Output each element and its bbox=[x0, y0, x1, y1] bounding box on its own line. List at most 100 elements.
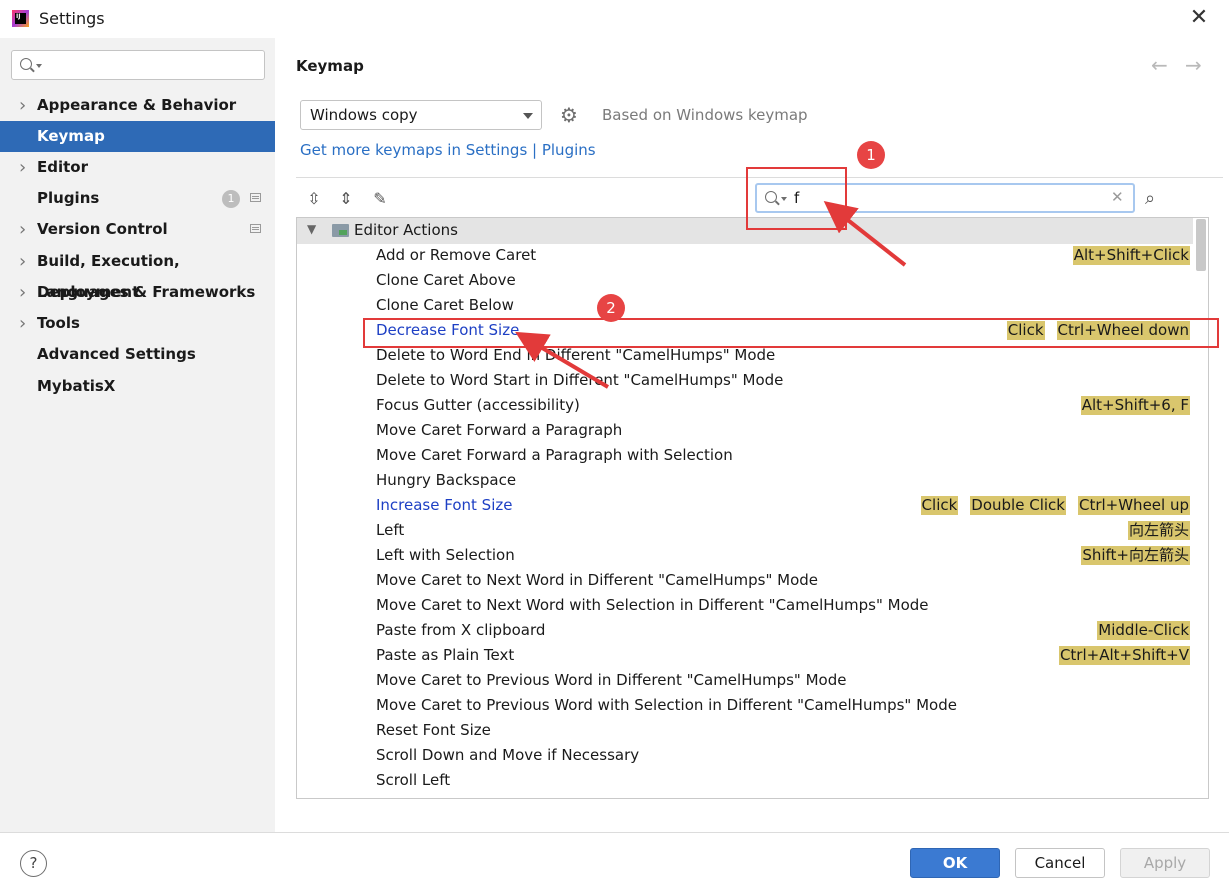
action-name: Move Caret to Previous Word in Different… bbox=[376, 671, 847, 689]
annotation-box-filter bbox=[746, 167, 847, 230]
shortcut-badge: Alt+Shift+6, F bbox=[1080, 396, 1190, 415]
search-options-icon bbox=[36, 64, 42, 68]
chevron-right-icon[interactable]: › bbox=[19, 308, 26, 339]
action-name: Move Caret to Next Word with Selection i… bbox=[376, 596, 929, 614]
chevron-right-icon[interactable]: › bbox=[19, 214, 26, 245]
action-name: Delete to Word End in Different "CamelHu… bbox=[376, 346, 776, 364]
sidebar-item-tools[interactable]: › Tools bbox=[0, 308, 275, 339]
close-icon[interactable]: ✕ bbox=[1187, 6, 1211, 30]
sidebar-item-label: Advanced Settings bbox=[37, 345, 196, 363]
action-row[interactable]: Move Caret to Next Word with Selection i… bbox=[297, 594, 1193, 619]
annotation-marker-1: 1 bbox=[857, 141, 885, 169]
action-name: Move Caret to Previous Word with Selecti… bbox=[376, 696, 957, 714]
clear-icon[interactable]: ✕ bbox=[1111, 188, 1124, 206]
sidebar-item-label: Version Control bbox=[37, 220, 168, 238]
shortcut-list: 向左箭头 bbox=[1116, 521, 1190, 540]
shortcut-list: Alt+Shift+Click bbox=[1061, 246, 1190, 265]
sidebar-item-editor[interactable]: › Editor bbox=[0, 152, 275, 183]
action-row[interactable]: Scroll Left bbox=[297, 769, 1193, 794]
chevron-right-icon[interactable]: › bbox=[19, 277, 26, 308]
window-title: Settings bbox=[39, 9, 105, 28]
gear-icon[interactable]: ⚙ bbox=[560, 105, 580, 125]
action-row[interactable]: Increase Font Size Click Double Click Ctrl+… bbox=[297, 494, 1193, 519]
shortcut-list: Ctrl+Alt+Shift+V bbox=[1047, 646, 1190, 665]
sidebar-item-label: Plugins bbox=[37, 189, 100, 207]
action-row[interactable]: Add or Remove Caret Alt+Shift+Click bbox=[297, 244, 1193, 269]
sidebar-item-keymap[interactable]: Keymap bbox=[0, 121, 275, 152]
action-name: Paste as Plain Text bbox=[376, 646, 515, 664]
keymap-select-value: Windows copy bbox=[310, 106, 418, 124]
action-name: Delete to Word Start in Different "Camel… bbox=[376, 371, 784, 389]
back-arrow-icon[interactable]: ← bbox=[1151, 53, 1168, 77]
based-on-label: Based on Windows keymap bbox=[602, 106, 808, 124]
action-row[interactable]: Move Caret to Previous Word in Different… bbox=[297, 669, 1193, 694]
scrollbar[interactable] bbox=[1194, 218, 1208, 798]
get-more-keymaps-link[interactable]: Get more keymaps in Settings | Plugins bbox=[300, 141, 596, 159]
action-row[interactable]: Reset Font Size bbox=[297, 719, 1193, 744]
shortcut-badge: Middle-Click bbox=[1097, 621, 1190, 640]
action-row[interactable]: Move Caret Forward a Paragraph with Sele… bbox=[297, 444, 1193, 469]
action-row[interactable]: Move Caret to Previous Word with Selecti… bbox=[297, 694, 1193, 719]
action-row[interactable]: Clone Caret Above bbox=[297, 269, 1193, 294]
sidebar-item-label: Tools bbox=[37, 314, 80, 332]
action-row[interactable]: Focus Gutter (accessibility) Alt+Shift+6,… bbox=[297, 394, 1193, 419]
annotation-box-row bbox=[363, 318, 1219, 348]
sidebar-item-version-control[interactable]: › Version Control bbox=[0, 214, 275, 245]
action-name: Move Caret Forward a Paragraph with Sele… bbox=[376, 446, 733, 464]
action-name: Paste from X clipboard bbox=[376, 621, 546, 639]
edit-pencil-icon[interactable]: ✎ bbox=[370, 189, 390, 209]
shortcut-badge: Ctrl+Wheel up bbox=[1077, 496, 1190, 515]
sidebar-item-label: Languages & Frameworks bbox=[37, 283, 256, 301]
action-row[interactable]: Clone Caret Below bbox=[297, 294, 1193, 319]
project-scope-icon bbox=[250, 224, 261, 233]
shortcut-badge: Alt+Shift+Click bbox=[1072, 246, 1190, 265]
group-label: Editor Actions bbox=[354, 221, 458, 239]
chevron-right-icon[interactable]: › bbox=[19, 90, 26, 121]
action-row[interactable]: Hungry Backspace bbox=[297, 469, 1193, 494]
action-row[interactable]: Left 向左箭头 bbox=[297, 519, 1193, 544]
action-row[interactable]: Scroll Down and Move if Necessary bbox=[297, 744, 1193, 769]
action-row[interactable]: Paste from X clipboard Middle-Click bbox=[297, 619, 1193, 644]
sidebar-item-appearance-behavior[interactable]: › Appearance & Behavior bbox=[0, 90, 275, 121]
help-button[interactable]: ? bbox=[20, 850, 47, 877]
cancel-button[interactable]: Cancel bbox=[1015, 848, 1105, 878]
expand-all-icon[interactable]: ⇳ bbox=[304, 189, 324, 209]
page-title: Keymap bbox=[296, 57, 364, 75]
action-name: Move Caret Forward a Paragraph bbox=[376, 421, 623, 439]
ok-button[interactable]: OK bbox=[910, 848, 1000, 878]
scrollbar-thumb[interactable] bbox=[1196, 219, 1206, 271]
chevron-right-icon[interactable]: › bbox=[19, 246, 26, 277]
action-row[interactable]: Move Caret to Next Word in Different "Ca… bbox=[297, 569, 1193, 594]
action-row[interactable]: Paste as Plain Text Ctrl+Alt+Shift+V bbox=[297, 644, 1193, 669]
tree-group-editor-actions[interactable]: ▼ Editor Actions bbox=[297, 218, 1193, 244]
action-name: Focus Gutter (accessibility) bbox=[376, 396, 580, 414]
collapse-all-icon[interactable]: ⇕ bbox=[336, 189, 356, 209]
find-by-shortcut-icon[interactable]: ⌕ bbox=[1145, 188, 1167, 210]
sidebar-item-languages-frameworks[interactable]: › Languages & Frameworks bbox=[0, 277, 275, 308]
action-name: Hungry Backspace bbox=[376, 471, 517, 489]
sidebar-item-mybatisx[interactable]: MybatisX bbox=[0, 371, 275, 402]
forward-arrow-icon[interactable]: → bbox=[1185, 53, 1202, 77]
keymap-select[interactable]: Windows copy bbox=[300, 100, 542, 130]
shortcut-list: Middle-Click bbox=[1085, 621, 1190, 640]
apply-button[interactable]: Apply bbox=[1120, 848, 1210, 878]
folder-icon bbox=[332, 224, 349, 237]
action-row[interactable]: Move Caret Forward a Paragraph bbox=[297, 419, 1193, 444]
sidebar-search-input[interactable] bbox=[11, 50, 265, 80]
sidebar-item-plugins[interactable]: Plugins 1 bbox=[0, 183, 275, 214]
sidebar-item-advanced-settings[interactable]: Advanced Settings bbox=[0, 339, 275, 370]
update-count-badge: 1 bbox=[222, 190, 240, 208]
shortcut-list: Shift+向左箭头 bbox=[1069, 546, 1190, 565]
chevron-down-icon bbox=[523, 113, 533, 119]
search-icon bbox=[20, 58, 32, 70]
action-row[interactable]: Delete to Word Start in Different "Camel… bbox=[297, 369, 1193, 394]
intellij-logo-icon: IJ bbox=[12, 10, 29, 27]
sidebar-item-build-execution-deployment[interactable]: › Build, Execution, Deployment bbox=[0, 246, 275, 301]
action-name: Add or Remove Caret bbox=[376, 246, 537, 264]
action-row[interactable]: Left with Selection Shift+向左箭头 bbox=[297, 544, 1193, 569]
annotation-marker-2: 2 bbox=[597, 294, 625, 322]
chevron-right-icon[interactable]: › bbox=[19, 152, 26, 183]
action-name: Clone Caret Above bbox=[376, 271, 516, 289]
chevron-down-icon[interactable]: ▼ bbox=[307, 222, 316, 236]
shortcut-badge: Click bbox=[920, 496, 959, 515]
